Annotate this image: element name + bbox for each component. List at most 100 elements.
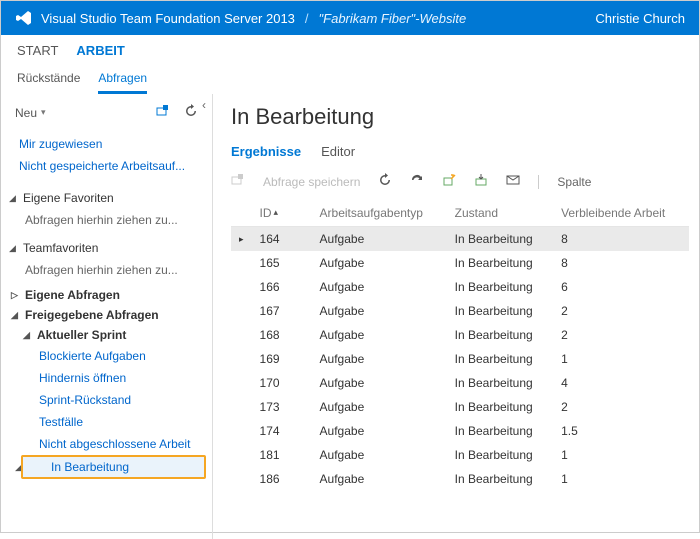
table-row[interactable]: 181AufgabeIn Bearbeitung1 <box>231 443 689 467</box>
subnav-backlogs[interactable]: Rückstände <box>17 71 80 94</box>
tab-editor[interactable]: Editor <box>321 144 355 161</box>
table-row[interactable]: 170AufgabeIn Bearbeitung4 <box>231 371 689 395</box>
node-label: Eigene Abfragen <box>25 288 120 302</box>
table-row[interactable]: 166AufgabeIn Bearbeitung6 <box>231 275 689 299</box>
tree-current-sprint[interactable]: ◢ Aktueller Sprint <box>9 325 208 345</box>
col-state[interactable]: Zustand <box>447 200 553 227</box>
cell-state: In Bearbeitung <box>447 371 553 395</box>
toolbar-divider <box>538 175 539 189</box>
section-own-favorites[interactable]: ◢ Eigene Favoriten <box>5 185 208 209</box>
node-label: Freigegebene Abfragen <box>25 308 159 322</box>
link-assigned-to-me[interactable]: Mir zugewiesen <box>19 133 208 155</box>
table-row[interactable]: 168AufgabeIn Bearbeitung2 <box>231 323 689 347</box>
link-unsaved-work-items[interactable]: Nicht gespeicherte Arbeitsauf... <box>19 155 208 177</box>
row-caret-icon <box>231 347 252 371</box>
section-label: Eigene Favoriten <box>23 191 114 205</box>
cell-remaining: 4 <box>553 371 689 395</box>
chevron-right-icon: ▷ <box>11 290 21 301</box>
leaf-test-cases[interactable]: Testfälle <box>9 411 208 433</box>
new-button[interactable]: Neu ▾ <box>15 106 46 120</box>
refresh-icon[interactable] <box>378 173 392 190</box>
table-row[interactable]: 173AufgabeIn Bearbeitung2 <box>231 395 689 419</box>
table-row[interactable]: 169AufgabeIn Bearbeitung1 <box>231 347 689 371</box>
table-row[interactable]: ▸164AufgabeIn Bearbeitung8 <box>231 227 689 252</box>
caret-down-icon: ▾ <box>41 107 46 118</box>
tab-results[interactable]: Ergebnisse <box>231 144 301 161</box>
cell-type: Aufgabe <box>312 443 447 467</box>
row-caret-icon <box>231 395 252 419</box>
cell-type: Aufgabe <box>312 275 447 299</box>
results-toolbar: Abfrage speichern Spalte <box>231 173 689 190</box>
tree-own-queries[interactable]: ▷ Eigene Abfragen <box>9 285 208 305</box>
app-header: Visual Studio Team Foundation Server 201… <box>1 1 699 35</box>
query-tree: ▷ Eigene Abfragen ◢ Freigegebene Abfrage… <box>5 285 208 479</box>
col-type[interactable]: Arbeitsaufgabentyp <box>312 200 447 227</box>
col-remaining[interactable]: Verbleibende Arbeit <box>553 200 689 227</box>
team-favorites-hint: Abfragen hierhin ziehen zu... <box>5 259 208 285</box>
column-options-button[interactable]: Spalte <box>557 175 591 189</box>
cell-id: 173 <box>252 395 312 419</box>
leaf-blocked-tasks[interactable]: Blockierte Aufgaben <box>9 345 208 367</box>
collapse-sidebar-icon[interactable]: ‹ <box>202 98 206 112</box>
chevron-down-icon: ◢ <box>23 330 33 341</box>
table-row[interactable]: 165AufgabeIn Bearbeitung8 <box>231 251 689 275</box>
col-expand <box>231 200 252 227</box>
section-team-favorites[interactable]: ◢ Teamfavoriten <box>5 235 208 259</box>
row-caret-icon <box>231 299 252 323</box>
cell-state: In Bearbeitung <box>447 347 553 371</box>
cell-type: Aufgabe <box>312 419 447 443</box>
subnav-queries[interactable]: Abfragen <box>98 71 147 94</box>
cell-id: 165 <box>252 251 312 275</box>
cell-type: Aufgabe <box>312 467 447 491</box>
cell-remaining: 6 <box>553 275 689 299</box>
cell-state: In Bearbeitung <box>447 395 553 419</box>
row-caret-icon <box>231 275 252 299</box>
row-caret-icon <box>231 371 252 395</box>
nav-arbeit[interactable]: ARBEIT <box>76 43 124 64</box>
page-title: In Bearbeitung <box>231 104 689 130</box>
cell-id: 181 <box>252 443 312 467</box>
cell-type: Aufgabe <box>312 347 447 371</box>
new-linked-item-icon[interactable] <box>442 173 456 190</box>
breadcrumb-separator: / <box>305 11 309 26</box>
row-caret-icon <box>231 323 252 347</box>
tree-shared-queries[interactable]: ◢ Freigegebene Abfragen <box>9 305 208 325</box>
cell-type: Aufgabe <box>312 371 447 395</box>
leaf-unfinished-work[interactable]: Nicht abgeschlossene Arbeit <box>9 433 208 455</box>
new-folder-icon[interactable] <box>156 104 170 121</box>
node-label: Aktueller Sprint <box>37 328 126 342</box>
leaf-open-impediment[interactable]: Hindernis öffnen <box>9 367 208 389</box>
cell-state: In Bearbeitung <box>447 299 553 323</box>
cell-remaining: 1 <box>553 347 689 371</box>
email-icon[interactable] <box>506 173 520 190</box>
new-button-label: Neu <box>15 106 37 120</box>
table-row[interactable]: 167AufgabeIn Bearbeitung2 <box>231 299 689 323</box>
col-id[interactable]: ID <box>252 200 312 227</box>
cell-state: In Bearbeitung <box>447 227 553 252</box>
user-name[interactable]: Christie Church <box>595 11 685 26</box>
cell-type: Aufgabe <box>312 251 447 275</box>
table-row[interactable]: 174AufgabeIn Bearbeitung1.5 <box>231 419 689 443</box>
cell-state: In Bearbeitung <box>447 323 553 347</box>
export-icon[interactable] <box>474 173 488 190</box>
nav-start[interactable]: START <box>17 43 58 64</box>
cell-id: 170 <box>252 371 312 395</box>
cell-remaining: 1 <box>553 443 689 467</box>
cell-type: Aufgabe <box>312 395 447 419</box>
project-title[interactable]: "Fabrikam Fiber"-Website <box>319 11 467 26</box>
result-tabs: Ergebnisse Editor <box>231 144 689 161</box>
refresh-icon[interactable] <box>184 104 198 121</box>
cell-type: Aufgabe <box>312 299 447 323</box>
leaf-sprint-backlog[interactable]: Sprint-Rückstand <box>9 389 208 411</box>
row-caret-icon <box>231 467 252 491</box>
run-icon[interactable] <box>410 173 424 190</box>
row-caret-icon <box>231 251 252 275</box>
row-caret-icon: ▸ <box>231 227 252 252</box>
cell-id: 164 <box>252 227 312 252</box>
leaf-in-progress[interactable]: In Bearbeitung <box>21 455 206 479</box>
row-caret-icon <box>231 419 252 443</box>
table-row[interactable]: 186AufgabeIn Bearbeitung1 <box>231 467 689 491</box>
results-table: ID Arbeitsaufgabentyp Zustand Verbleiben… <box>231 200 689 491</box>
chevron-down-icon: ◢ <box>9 193 19 204</box>
cell-id: 167 <box>252 299 312 323</box>
